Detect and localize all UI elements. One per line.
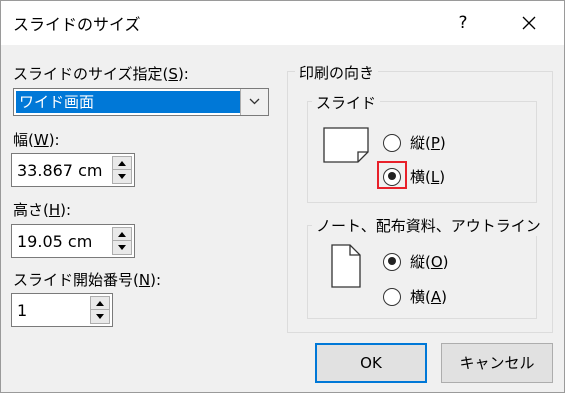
slide-size-dropdown-button[interactable] [240,89,268,115]
slide-size-dialog: スライドのサイズ ? スライドのサイズ指定(S): ワイド画面 幅(W): 33… [0,0,565,393]
arrow-down-icon [118,174,126,179]
radio-label: 横(A) [410,288,447,306]
start-number-increment-button[interactable] [91,297,109,310]
slide-size-select[interactable]: ワイド画面 [13,88,269,116]
notes-portrait-radio[interactable]: 縦(O) [383,251,449,272]
radio-label: 横(L) [410,168,446,186]
arrow-up-icon [96,301,104,306]
width-label: 幅(W): [13,131,60,149]
orientation-group-title: 印刷の向き [295,62,379,83]
start-number-spin-buttons [90,296,110,324]
height-spinner[interactable]: 19.05 cm [11,224,135,258]
title-bar: スライドのサイズ ? [1,1,564,45]
height-spin-buttons [112,227,132,255]
notes-group-title: ノート、配布資料、アウトライン [312,215,545,236]
width-input[interactable]: 33.867 cm [17,161,109,180]
notes-landscape-radio[interactable]: 横(A) [383,286,447,307]
start-number-decrement-button[interactable] [91,310,109,323]
close-icon [522,16,536,30]
height-input[interactable]: 19.05 cm [17,232,109,251]
radio-button[interactable] [383,287,401,306]
close-button[interactable] [513,9,545,37]
radio-label: 縦(P) [410,134,446,152]
slide-size-label: スライドのサイズ指定(S): [13,65,189,83]
width-increment-button[interactable] [113,157,131,170]
slide-size-value: ワイド画面 [16,91,242,113]
help-button[interactable]: ? [449,9,477,37]
portrait-page-icon [331,244,361,288]
arrow-up-icon [118,161,126,166]
arrow-up-icon [118,232,126,237]
slides-portrait-radio[interactable]: 縦(P) [383,132,446,153]
height-decrement-button[interactable] [113,241,131,254]
width-spinner[interactable]: 33.867 cm [11,153,135,187]
arrow-down-icon [96,314,104,319]
ok-button[interactable]: OK [315,343,427,383]
width-decrement-button[interactable] [113,170,131,183]
radio-button[interactable] [383,133,401,152]
slides-group-title: スライド [312,92,381,113]
start-number-label: スライド開始番号(N): [13,271,161,289]
highlight-box [377,161,407,189]
radio-label: 縦(O) [410,253,449,271]
height-label: 高さ(H): [13,201,72,219]
landscape-page-icon [323,127,369,163]
dialog-title: スライドのサイズ [13,15,141,34]
chevron-down-icon [249,98,260,105]
height-increment-button[interactable] [113,228,131,241]
start-number-input[interactable]: 1 [17,301,87,320]
cancel-button[interactable]: キャンセル [441,343,553,383]
radio-button[interactable] [383,252,401,271]
width-spin-buttons [112,156,132,184]
start-number-spinner[interactable]: 1 [11,293,113,327]
arrow-down-icon [118,245,126,250]
